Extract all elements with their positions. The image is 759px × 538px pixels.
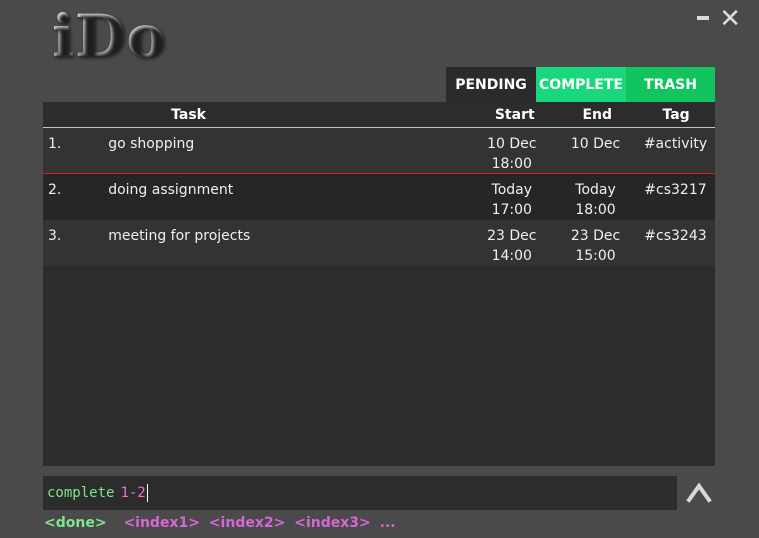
window-controls: ✕ bbox=[697, 6, 741, 32]
header-start: Start bbox=[494, 106, 535, 123]
tab-pending[interactable]: PENDING bbox=[446, 67, 536, 102]
row-end-time: 15:00 bbox=[575, 248, 616, 264]
row-start: Today 17:00 bbox=[469, 180, 556, 220]
table-row[interactable]: 2. doing assignment Today 17:00 Today 18… bbox=[43, 174, 715, 220]
command-input[interactable]: complete 1-2 bbox=[43, 476, 677, 510]
row-end: Today 18:00 bbox=[555, 180, 636, 220]
header-tag: Tag bbox=[662, 106, 690, 123]
row-end: 23 Dec 15:00 bbox=[555, 226, 636, 266]
row-task: doing assignment bbox=[108, 182, 234, 198]
row-number: 3. bbox=[48, 228, 62, 244]
header-end: End bbox=[582, 106, 613, 123]
app-logo: iDo bbox=[52, 2, 167, 70]
minimize-icon[interactable] bbox=[697, 16, 710, 20]
row-start-time: 14:00 bbox=[491, 248, 532, 264]
row-start-time: 17:00 bbox=[491, 202, 532, 218]
hint-index3: <index3> bbox=[294, 515, 371, 531]
table-row[interactable]: 3. meeting for projects 23 Dec 14:00 23 … bbox=[43, 220, 715, 266]
task-table: Task Start End Tag 1. go shopping 10 Dec… bbox=[43, 102, 715, 466]
tab-trash[interactable]: TRASH bbox=[626, 67, 715, 102]
row-start: 10 Dec 18:00 bbox=[469, 134, 556, 173]
row-start-date: 10 Dec bbox=[487, 136, 537, 152]
row-task: go shopping bbox=[108, 136, 195, 152]
row-start-time: 18:00 bbox=[491, 156, 532, 172]
row-start-date: Today bbox=[491, 182, 533, 198]
command-keyword: complete bbox=[47, 485, 115, 501]
row-end: 10 Dec bbox=[555, 134, 636, 173]
tab-bar: PENDING COMPLETE TRASH bbox=[446, 67, 715, 102]
row-tag: #activity bbox=[643, 136, 708, 152]
row-number: 2. bbox=[48, 182, 62, 198]
row-tag: #cs3243 bbox=[644, 228, 707, 244]
row-start: 23 Dec 14:00 bbox=[469, 226, 556, 266]
hint-done: <done> bbox=[44, 515, 107, 531]
row-end-date: 10 Dec bbox=[570, 136, 621, 152]
row-start-date: 23 Dec bbox=[487, 228, 537, 244]
hint-index2: <index2> bbox=[208, 515, 286, 531]
table-header: Task Start End Tag bbox=[43, 102, 715, 128]
row-end-time: 18:00 bbox=[575, 202, 616, 218]
hint-more: ... bbox=[379, 515, 396, 531]
header-task: Task bbox=[171, 106, 206, 123]
row-task: meeting for projects bbox=[108, 228, 251, 244]
hint-index1: <index1> bbox=[123, 515, 200, 531]
close-icon[interactable]: ✕ bbox=[719, 6, 741, 32]
row-end-date: 23 Dec bbox=[570, 228, 621, 244]
text-caret bbox=[146, 484, 148, 502]
command-argument: 1-2 bbox=[120, 485, 146, 501]
row-number: 1. bbox=[48, 136, 62, 152]
table-row[interactable]: 1. go shopping 10 Dec 18:00 10 Dec #acti… bbox=[43, 128, 715, 174]
tab-complete[interactable]: COMPLETE bbox=[536, 67, 626, 102]
command-hints: <done> <index1> <index2> <index3> ... bbox=[44, 515, 400, 531]
row-tag: #cs3217 bbox=[644, 182, 707, 198]
row-end-date: Today bbox=[575, 182, 616, 198]
expand-up-icon[interactable] bbox=[684, 478, 714, 508]
